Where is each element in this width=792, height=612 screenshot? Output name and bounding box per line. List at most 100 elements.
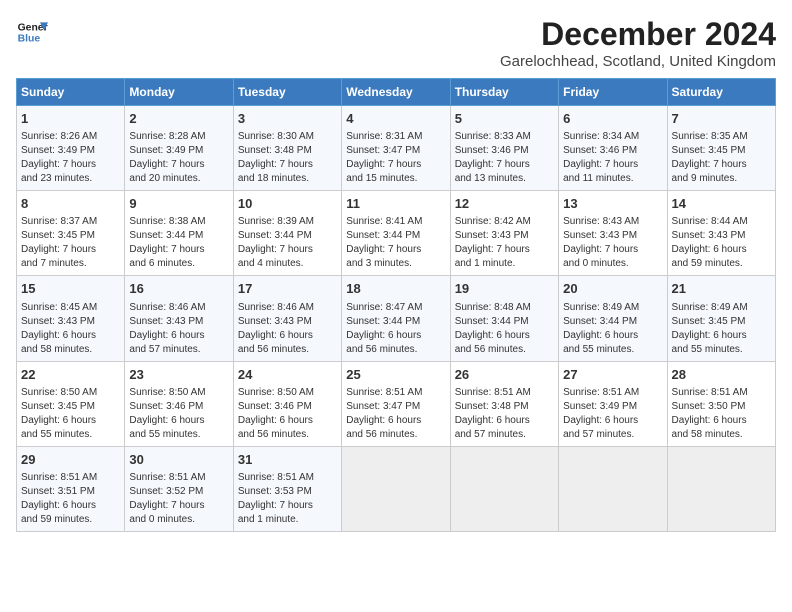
calendar-day-cell: 31 Sunrise: 8:51 AM Sunset: 3:53 PM Dayli… xyxy=(233,446,341,531)
weekday-header-sunday: Sunday xyxy=(17,79,125,106)
day-number: 3 xyxy=(238,110,337,128)
calendar-day-cell: 6Sunrise: 8:34 AM Sunset: 3:46 PM Daylig… xyxy=(559,106,667,191)
day-info: Sunrise: 8:43 AM Sunset: 3:43 PM Dayligh… xyxy=(563,215,662,271)
day-number: 5 xyxy=(455,110,554,128)
day-number: 4 xyxy=(346,110,445,128)
day-info: Sunrise: 8:50 AM Sunset: 3:45 PM Dayligh… xyxy=(21,386,120,442)
day-info: Sunrise: 8:50 AM Sunset: 3:46 PM Dayligh… xyxy=(238,386,337,442)
day-info: Sunrise: 8:46 AM Sunset: 3:43 PM Dayligh… xyxy=(238,301,337,357)
calendar-day-cell: 25 Sunrise: 8:51 AM Sunset: 3:47 PM Dayli… xyxy=(342,361,450,446)
day-info: Sunrise: 8:35 AM Sunset: 3:45 PM Dayligh… xyxy=(672,130,771,186)
day-info: Sunrise: 8:51 AM Sunset: 3:51 PM Dayligh… xyxy=(21,471,120,527)
calendar-day-cell: 24 Sunrise: 8:50 AM Sunset: 3:46 PM Dayli… xyxy=(233,361,341,446)
day-number: 23 xyxy=(129,366,228,384)
day-info: Sunrise: 8:31 AM Sunset: 3:47 PM Dayligh… xyxy=(346,130,445,186)
weekday-header-monday: Monday xyxy=(125,79,233,106)
calendar-day-cell: 23 Sunrise: 8:50 AM Sunset: 3:46 PM Dayli… xyxy=(125,361,233,446)
calendar-day-cell: 13 Sunrise: 8:43 AM Sunset: 3:43 PM Dayli… xyxy=(559,191,667,276)
day-number: 8 xyxy=(21,195,120,213)
calendar-day-cell: 15 Sunrise: 8:45 AM Sunset: 3:43 PM Dayli… xyxy=(17,276,125,361)
calendar-week-row: 1 Sunrise: 8:26 AM Sunset: 3:49 PM Daylig… xyxy=(17,106,776,191)
day-info: Sunrise: 8:51 AM Sunset: 3:47 PM Dayligh… xyxy=(346,386,445,442)
day-number: 1 xyxy=(21,110,120,128)
day-number: 9 xyxy=(129,195,228,213)
day-number: 14 xyxy=(672,195,771,213)
weekday-header-saturday: Saturday xyxy=(667,79,775,106)
day-info: Sunrise: 8:51 AM Sunset: 3:48 PM Dayligh… xyxy=(455,386,554,442)
calendar-day-cell: 2Sunrise: 8:28 AM Sunset: 3:49 PM Daylig… xyxy=(125,106,233,191)
calendar-week-row: 29 Sunrise: 8:51 AM Sunset: 3:51 PM Dayli… xyxy=(17,446,776,531)
calendar-day-cell: 7Sunrise: 8:35 AM Sunset: 3:45 PM Daylig… xyxy=(667,106,775,191)
day-info: Sunrise: 8:51 AM Sunset: 3:53 PM Dayligh… xyxy=(238,471,337,527)
empty-cell xyxy=(559,446,667,531)
day-number: 18 xyxy=(346,280,445,298)
logo: General Blue xyxy=(16,16,48,48)
calendar-day-cell: 29 Sunrise: 8:51 AM Sunset: 3:51 PM Dayli… xyxy=(17,446,125,531)
empty-cell xyxy=(342,446,450,531)
empty-cell xyxy=(450,446,558,531)
day-info: Sunrise: 8:47 AM Sunset: 3:44 PM Dayligh… xyxy=(346,301,445,357)
day-number: 20 xyxy=(563,280,662,298)
day-number: 16 xyxy=(129,280,228,298)
day-number: 10 xyxy=(238,195,337,213)
calendar-subtitle: Garelochhead, Scotland, United Kingdom xyxy=(500,53,776,70)
day-number: 26 xyxy=(455,366,554,384)
calendar-day-cell: 9 Sunrise: 8:38 AM Sunset: 3:44 PM Daylig… xyxy=(125,191,233,276)
weekday-header-row: SundayMondayTuesdayWednesdayThursdayFrid… xyxy=(17,79,776,106)
calendar-day-cell: 8 Sunrise: 8:37 AM Sunset: 3:45 PM Daylig… xyxy=(17,191,125,276)
day-info: Sunrise: 8:48 AM Sunset: 3:44 PM Dayligh… xyxy=(455,301,554,357)
day-number: 12 xyxy=(455,195,554,213)
day-number: 15 xyxy=(21,280,120,298)
header: General Blue December 2024 Garelochhead,… xyxy=(16,16,776,70)
day-info: Sunrise: 8:51 AM Sunset: 3:49 PM Dayligh… xyxy=(563,386,662,442)
day-number: 22 xyxy=(21,366,120,384)
logo-icon: General Blue xyxy=(16,16,48,48)
day-info: Sunrise: 8:26 AM Sunset: 3:49 PM Dayligh… xyxy=(21,130,120,186)
day-info: Sunrise: 8:51 AM Sunset: 3:50 PM Dayligh… xyxy=(672,386,771,442)
day-info: Sunrise: 8:44 AM Sunset: 3:43 PM Dayligh… xyxy=(672,215,771,271)
calendar-day-cell: 27 Sunrise: 8:51 AM Sunset: 3:49 PM Dayli… xyxy=(559,361,667,446)
calendar-day-cell: 26 Sunrise: 8:51 AM Sunset: 3:48 PM Dayli… xyxy=(450,361,558,446)
day-info: Sunrise: 8:46 AM Sunset: 3:43 PM Dayligh… xyxy=(129,301,228,357)
calendar-day-cell: 1 Sunrise: 8:26 AM Sunset: 3:49 PM Daylig… xyxy=(17,106,125,191)
calendar-day-cell: 28 Sunrise: 8:51 AM Sunset: 3:50 PM Dayli… xyxy=(667,361,775,446)
weekday-header-thursday: Thursday xyxy=(450,79,558,106)
calendar-table: SundayMondayTuesdayWednesdayThursdayFrid… xyxy=(16,78,776,532)
day-number: 28 xyxy=(672,366,771,384)
day-info: Sunrise: 8:34 AM Sunset: 3:46 PM Dayligh… xyxy=(563,130,662,186)
day-info: Sunrise: 8:45 AM Sunset: 3:43 PM Dayligh… xyxy=(21,301,120,357)
day-info: Sunrise: 8:41 AM Sunset: 3:44 PM Dayligh… xyxy=(346,215,445,271)
day-number: 13 xyxy=(563,195,662,213)
day-info: Sunrise: 8:50 AM Sunset: 3:46 PM Dayligh… xyxy=(129,386,228,442)
day-number: 29 xyxy=(21,451,120,469)
calendar-day-cell: 14 Sunrise: 8:44 AM Sunset: 3:43 PM Dayli… xyxy=(667,191,775,276)
calendar-day-cell: 16 Sunrise: 8:46 AM Sunset: 3:43 PM Dayli… xyxy=(125,276,233,361)
day-info: Sunrise: 8:33 AM Sunset: 3:46 PM Dayligh… xyxy=(455,130,554,186)
calendar-day-cell: 21Sunrise: 8:49 AM Sunset: 3:45 PM Dayli… xyxy=(667,276,775,361)
day-number: 31 xyxy=(238,451,337,469)
day-number: 27 xyxy=(563,366,662,384)
calendar-day-cell: 3 Sunrise: 8:30 AM Sunset: 3:48 PM Daylig… xyxy=(233,106,341,191)
day-number: 17 xyxy=(238,280,337,298)
title-block: December 2024 Garelochhead, Scotland, Un… xyxy=(500,16,776,70)
day-number: 19 xyxy=(455,280,554,298)
day-info: Sunrise: 8:42 AM Sunset: 3:43 PM Dayligh… xyxy=(455,215,554,271)
calendar-day-cell: 11 Sunrise: 8:41 AM Sunset: 3:44 PM Dayli… xyxy=(342,191,450,276)
day-info: Sunrise: 8:30 AM Sunset: 3:48 PM Dayligh… xyxy=(238,130,337,186)
calendar-day-cell: 10Sunrise: 8:39 AM Sunset: 3:44 PM Dayli… xyxy=(233,191,341,276)
day-info: Sunrise: 8:28 AM Sunset: 3:49 PM Dayligh… xyxy=(129,130,228,186)
day-info: Sunrise: 8:51 AM Sunset: 3:52 PM Dayligh… xyxy=(129,471,228,527)
day-info: Sunrise: 8:37 AM Sunset: 3:45 PM Dayligh… xyxy=(21,215,120,271)
calendar-day-cell: 4 Sunrise: 8:31 AM Sunset: 3:47 PM Daylig… xyxy=(342,106,450,191)
day-number: 11 xyxy=(346,195,445,213)
weekday-header-tuesday: Tuesday xyxy=(233,79,341,106)
calendar-day-cell: 20Sunrise: 8:49 AM Sunset: 3:44 PM Dayli… xyxy=(559,276,667,361)
day-info: Sunrise: 8:38 AM Sunset: 3:44 PM Dayligh… xyxy=(129,215,228,271)
day-number: 25 xyxy=(346,366,445,384)
day-number: 21 xyxy=(672,280,771,298)
day-number: 24 xyxy=(238,366,337,384)
weekday-header-wednesday: Wednesday xyxy=(342,79,450,106)
calendar-day-cell: 19 Sunrise: 8:48 AM Sunset: 3:44 PM Dayli… xyxy=(450,276,558,361)
calendar-week-row: 22 Sunrise: 8:50 AM Sunset: 3:45 PM Dayli… xyxy=(17,361,776,446)
svg-text:Blue: Blue xyxy=(18,34,41,45)
